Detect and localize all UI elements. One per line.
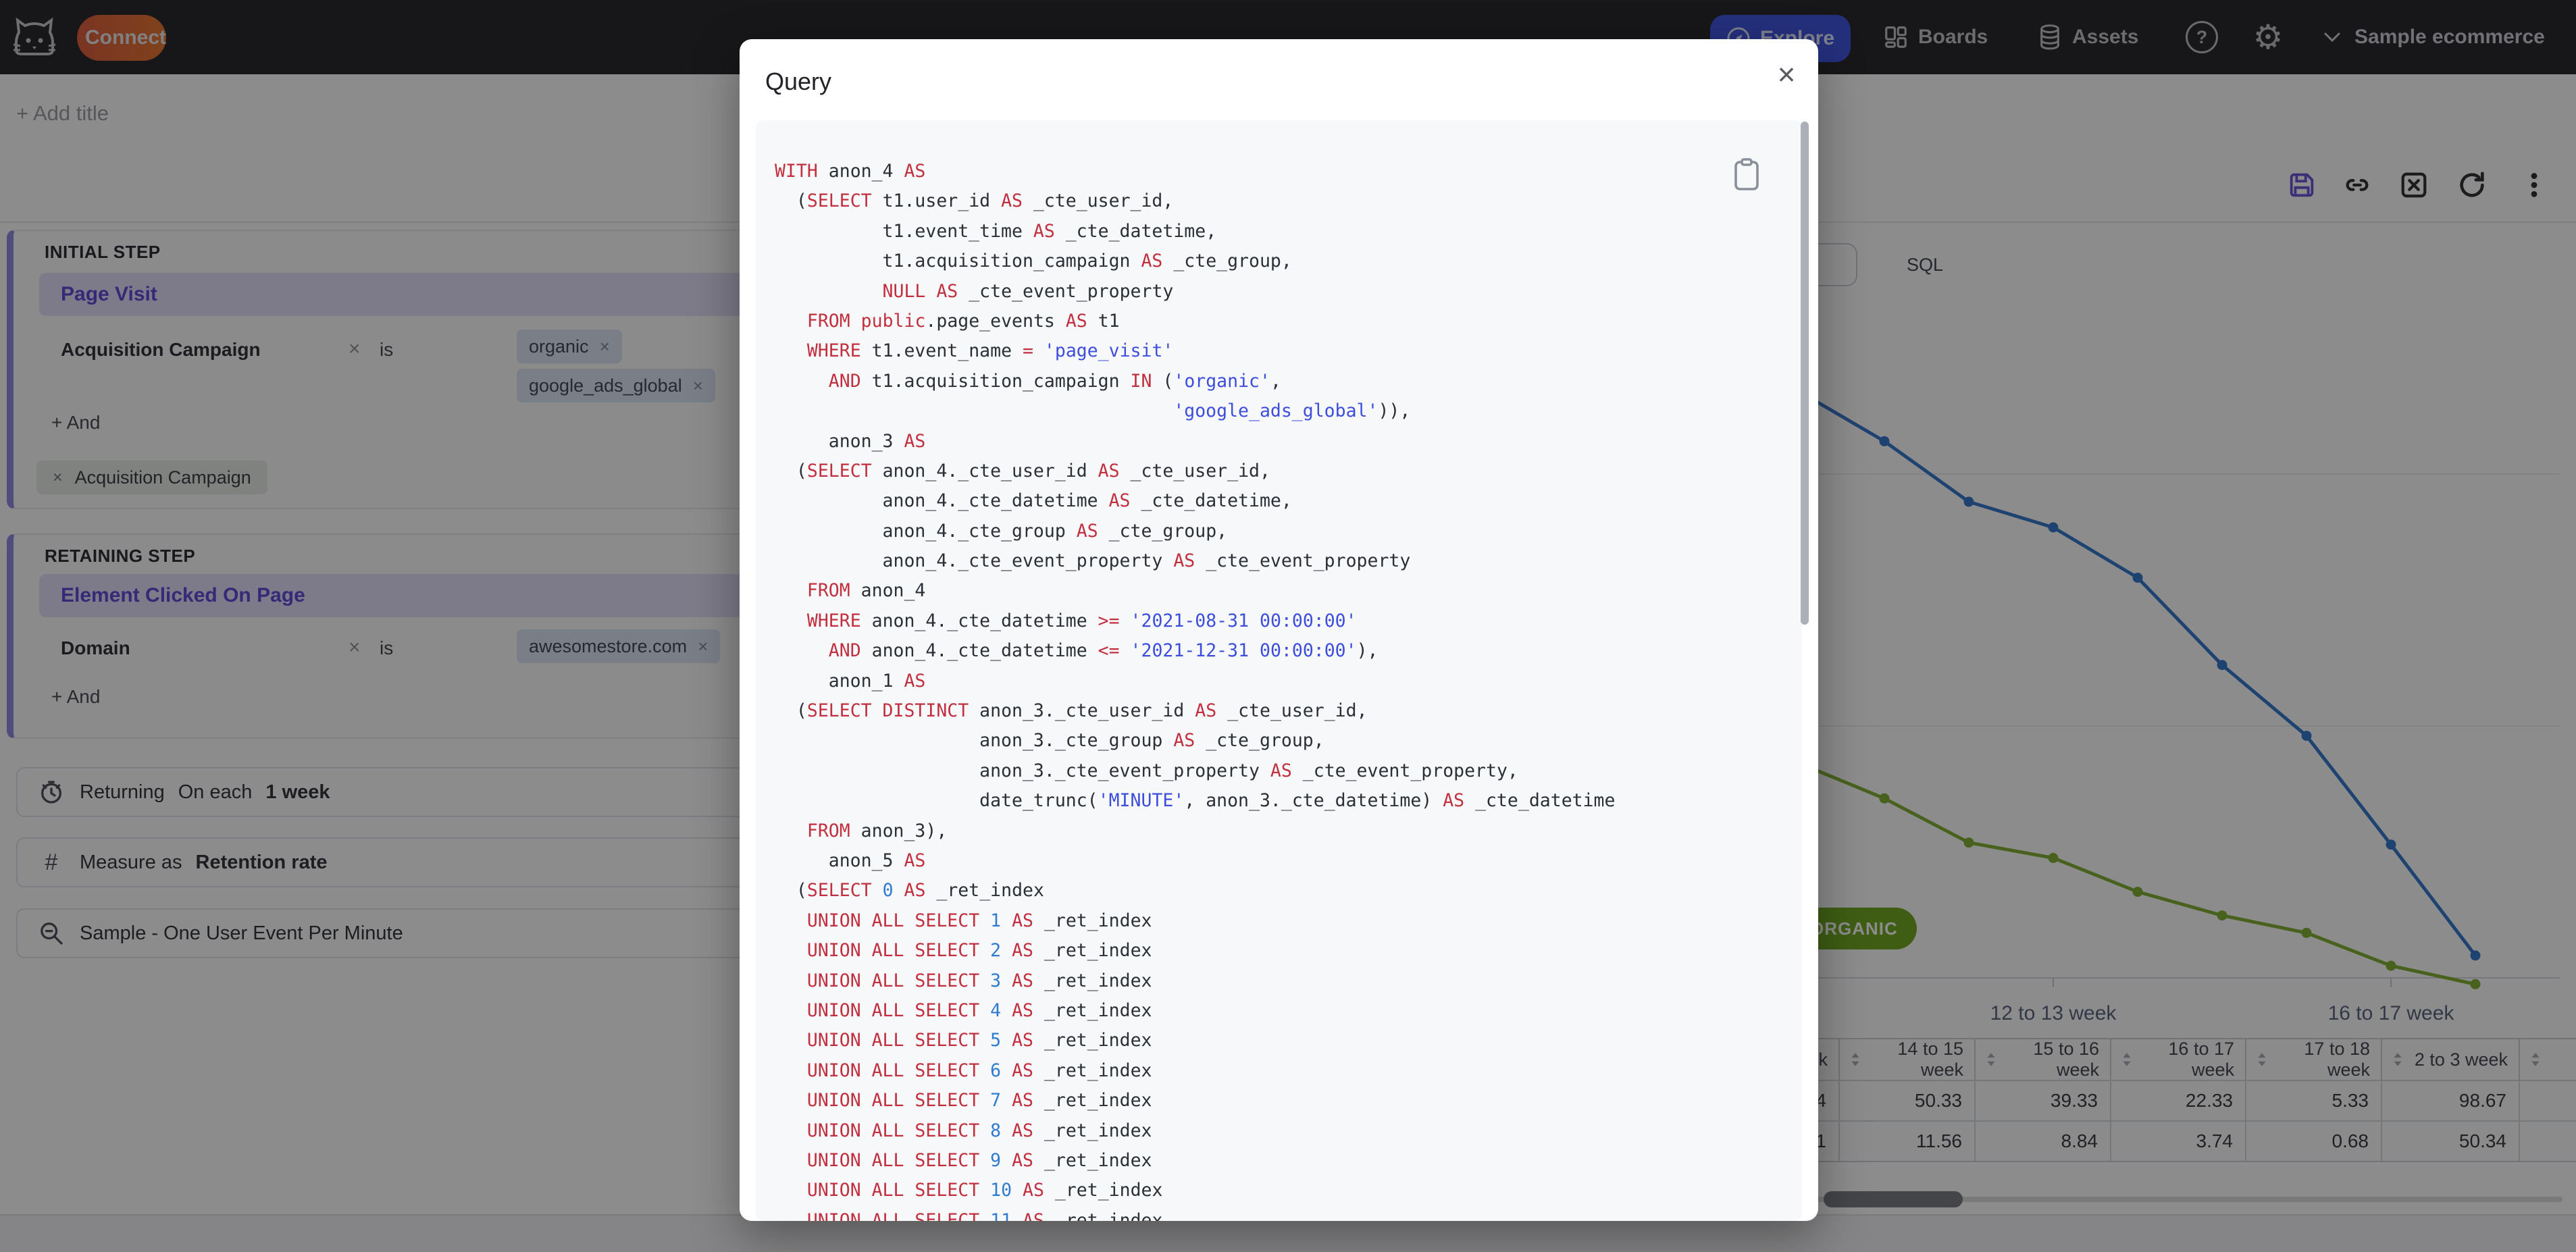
- sql-line: date_trunc('MINUTE', anon_3._cte_datetim…: [775, 790, 1616, 812]
- sql-line: WHERE t1.event_name = 'page_visit': [806, 340, 1174, 362]
- sql-line: anon_3 AS: [775, 430, 926, 452]
- sql-line: UNION ALL SELECT 1 AS _ret_index: [806, 910, 1152, 931]
- sql-line: anon_1 AS: [775, 670, 926, 692]
- sql-line: NULL AS _cte_event_property: [882, 280, 1174, 302]
- sql-line: FROM anon_4: [806, 580, 926, 602]
- sql-line: (SELECT anon_4._cte_user_id AS _cte_user…: [775, 460, 1270, 481]
- sql-line: UNION ALL SELECT 2 AS _ret_index: [806, 940, 1152, 962]
- sql-line: FROM public.page_events AS t1: [806, 310, 1120, 332]
- sql-code-block: WITH anon_4 AS (SELECT t1.user_id AS _ct…: [756, 120, 1802, 1221]
- sql-line: AND t1.acquisition_campaign IN ('organic…: [828, 370, 1281, 392]
- sql-line: anon_3._cte_event_property AS _cte_event…: [775, 760, 1518, 781]
- sql-line: anon_3._cte_group AS _cte_group,: [775, 730, 1324, 752]
- sql-line: WHERE anon_4._cte_datetime >= '2021-08-3…: [806, 610, 1357, 631]
- sql-code: WITH anon_4 AS (SELECT t1.user_id AS _ct…: [775, 157, 1797, 1221]
- query-modal: Query × WITH anon_4 AS (SELECT t1.user_i…: [740, 39, 1818, 1221]
- sql-line: UNION ALL SELECT 9 AS _ret_index: [806, 1149, 1152, 1171]
- copy-code-button[interactable]: [1733, 158, 1760, 192]
- sql-line: UNION ALL SELECT 11 AS _ret_index: [806, 1209, 1163, 1221]
- close-icon[interactable]: ×: [1769, 57, 1804, 92]
- sql-line: t1.event_time AS _cte_datetime,: [775, 220, 1217, 242]
- sql-line: UNION ALL SELECT 7 AS _ret_index: [806, 1090, 1152, 1112]
- sql-line: AND anon_4._cte_datetime <= '2021-12-31 …: [828, 640, 1379, 662]
- sql-line: UNION ALL SELECT 4 AS _ret_index: [806, 999, 1152, 1021]
- sql-line: WITH anon_4 AS: [775, 161, 926, 182]
- sql-line: UNION ALL SELECT 8 AS _ret_index: [806, 1120, 1152, 1141]
- sql-line: anon_5 AS: [775, 850, 926, 871]
- sql-line: anon_4._cte_group AS _cte_group,: [775, 520, 1228, 542]
- sql-line: (SELECT 0 AS _ret_index: [775, 880, 1044, 902]
- sql-line: UNION ALL SELECT 3 AS _ret_index: [806, 970, 1152, 991]
- app-root: Connect Explore Boards Assets ? ⚙ Sample…: [0, 0, 2576, 1252]
- sql-line: FROM anon_3),: [806, 820, 948, 841]
- sql-line: (SELECT t1.user_id AS _cte_user_id,: [775, 190, 1174, 212]
- clipboard-icon: [1734, 158, 1759, 190]
- sql-line: t1.acquisition_campaign AS _cte_group,: [775, 251, 1292, 272]
- sql-line: 'google_ads_global')),: [1173, 400, 1411, 422]
- sql-line: UNION ALL SELECT 10 AS _ret_index: [806, 1180, 1163, 1201]
- sql-line: anon_4._cte_event_property AS _cte_event…: [775, 550, 1411, 572]
- modal-title: Query: [765, 68, 832, 95]
- modal-scrollbar-thumb[interactable]: [1801, 122, 1809, 625]
- sql-line: UNION ALL SELECT 6 AS _ret_index: [806, 1060, 1152, 1081]
- sql-line: UNION ALL SELECT 5 AS _ret_index: [806, 1030, 1152, 1051]
- sql-line: (SELECT DISTINCT anon_3._cte_user_id AS …: [775, 700, 1368, 722]
- sql-line: anon_4._cte_datetime AS _cte_datetime,: [775, 490, 1292, 512]
